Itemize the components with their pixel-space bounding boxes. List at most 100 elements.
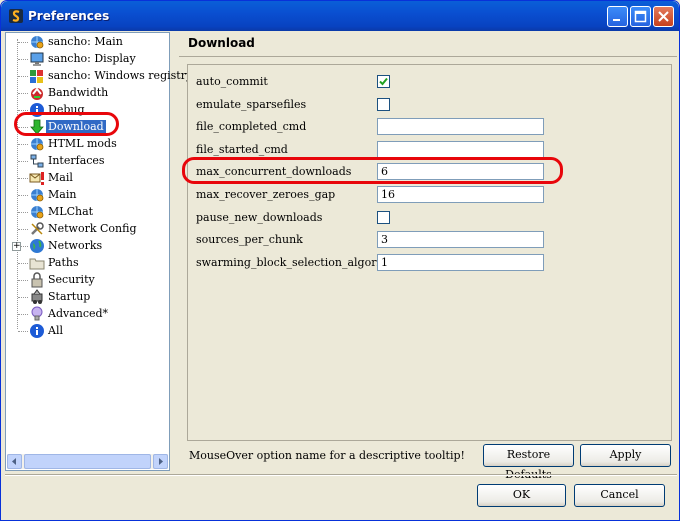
options-panel: auto_commit emulate_sparsefiles file_compl… [187,64,672,441]
tree-branch-line [18,93,28,94]
mail-alert-icon [29,172,44,185]
arrow-right-icon [159,458,163,465]
tree-item-label: Download [46,120,106,133]
tree-item-main[interactable]: Main [6,187,169,204]
option-checkbox[interactable] [377,210,390,224]
tree-item-startup[interactable]: Startup [6,289,169,306]
option-name[interactable]: emulate_sparsefiles [196,98,306,111]
option-name[interactable]: max_recover_zeroes_gap [196,188,335,201]
option-input[interactable] [377,118,544,136]
window-title: Preferences [28,9,110,23]
arrow-left-icon [12,458,16,465]
tree-branch-line [18,110,28,111]
tree-branch-line [18,297,28,298]
folder-icon [29,258,45,270]
tree-branch-line [18,42,28,43]
info-icon [30,103,44,117]
registry-icon [30,70,43,83]
cancel-button[interactable]: Cancel [574,484,665,507]
option-row-auto-commit: auto_commit [188,71,668,93]
globe-gear-icon [31,138,44,151]
option-row-sources-per-chunk: sources_per_chunk 3 [188,229,668,251]
title-bar[interactable]: Preferences [1,1,679,31]
tree-item-interfaces[interactable]: Interfaces [6,153,169,170]
tree-branch-line [18,314,28,315]
tree-item-all[interactable]: All [6,323,169,340]
tree-horizontal-scrollbar[interactable] [7,454,168,469]
option-row-max-recover-zeroes-gap: max_recover_zeroes_gap 16 [188,184,668,206]
option-checkbox[interactable] [377,75,390,88]
apply-button[interactable]: Apply [580,444,671,467]
tree-branch-line [18,195,28,196]
minimize-button[interactable] [607,6,628,27]
tree-item-label: Advanced* [48,307,109,320]
tree-branch-line [18,59,28,60]
option-input[interactable] [377,140,544,158]
restore-defaults-button[interactable]: Restore Defaults [483,444,574,481]
maximize-button[interactable] [630,6,651,27]
tree-item-bandwidth[interactable]: Bandwidth [6,85,169,102]
tree-branch-line [18,331,28,332]
panel-title: Download [188,36,255,50]
expand-toggle-icon[interactable]: + [12,242,21,251]
option-input[interactable]: 6 [377,163,544,181]
network-icon [30,154,44,168]
option-name[interactable]: sources_per_chunk [196,233,303,246]
scroll-left-button[interactable] [7,454,22,469]
option-row-swarming-block-selection-algorithm: swarming_block_selection_algorithm 1 [188,252,668,274]
tree-item-label: HTML mods [48,137,117,150]
close-button[interactable] [653,6,674,27]
globe-gear-icon [31,206,44,219]
tree-branch-line [18,144,28,145]
tree-item-network-config[interactable]: Network Config [6,221,169,238]
tree-item-label: sancho: Windows registry [48,69,193,82]
option-name[interactable]: pause_new_downloads [196,211,322,224]
bandwidth-icon [31,87,43,100]
option-name[interactable]: file_completed_cmd [196,120,306,133]
option-row-max-concurrent-downloads: max_concurrent_downloads 6 [188,161,668,183]
globe-icon [30,239,44,253]
tree-item-mlchat[interactable]: MLChat [6,204,169,221]
tree-item-mail[interactable]: Mail [6,170,169,187]
tree-item-sancho-main[interactable]: sancho: Main [6,34,169,51]
tree-item-label: Debug [48,103,85,116]
lightbulb-icon [31,306,43,321]
option-name[interactable]: auto_commit [196,75,268,88]
tree-item-label: Interfaces [48,154,105,167]
preferences-window: Preferences sancho: Main sancho: Display s… [0,0,680,521]
startup-icon [31,289,43,304]
tree-item-html-mods[interactable]: HTML mods [6,136,169,153]
tree-item-networks[interactable]: + Networks [6,238,169,255]
monitor-icon [30,52,44,66]
option-input[interactable]: 16 [377,186,544,203]
tree-item-label: All [48,324,63,337]
tree-branch-line [18,76,28,77]
sancho-app-icon [9,9,23,23]
option-name[interactable]: swarming_block_selection_algorithm [196,256,402,269]
tree-item-advanced[interactable]: Advanced* [6,306,169,323]
tree-item-label: sancho: Display [48,52,136,65]
globe-gear-icon [31,36,44,49]
tree-branch-line [18,263,28,264]
option-row-file-completed-cmd: file_completed_cmd [188,116,668,138]
globe-gear-icon [31,189,44,202]
option-checkbox[interactable] [377,97,390,111]
tree-item-sancho-windows-registry[interactable]: sancho: Windows registry [6,68,192,85]
tree-item-label: Startup [48,290,91,303]
tree-item-label: Bandwidth [48,86,109,99]
tree-item-paths[interactable]: Paths [6,255,169,272]
tree-item-download[interactable]: Download [6,119,169,136]
preferences-tree[interactable]: sancho: Main sancho: Display sancho: Windo… [5,32,192,471]
panel-divider [179,56,677,57]
scroll-thumb[interactable] [24,454,151,469]
close-icon [658,11,669,22]
ok-button[interactable]: OK [477,484,566,507]
tree-item-debug[interactable]: Debug [6,102,169,119]
scroll-right-button[interactable] [153,454,168,469]
option-name[interactable]: file_started_cmd [196,143,288,156]
option-name[interactable]: max_concurrent_downloads [196,165,351,178]
option-input[interactable]: 1 [377,253,544,271]
tree-item-sancho-display[interactable]: sancho: Display [6,51,169,68]
tree-item-security[interactable]: Security [6,272,169,289]
option-input[interactable]: 3 [377,231,544,249]
